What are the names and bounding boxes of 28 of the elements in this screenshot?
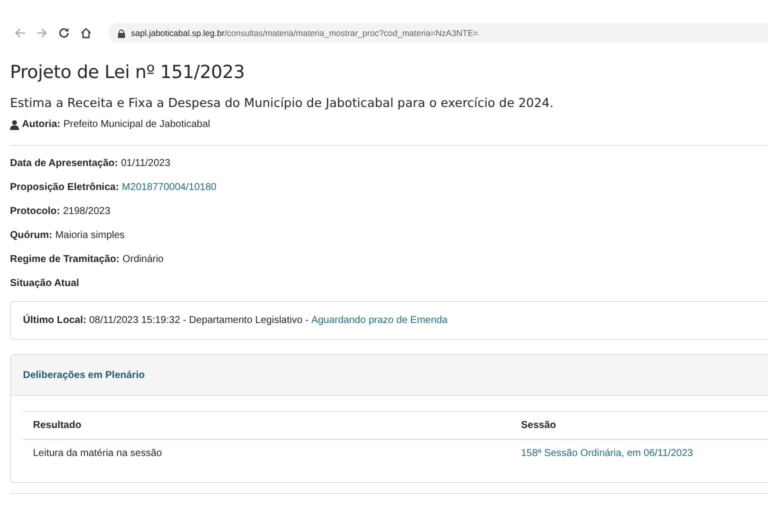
field-label: Protocolo: xyxy=(10,206,60,218)
author-label: Autoria: xyxy=(22,119,60,130)
home-icon[interactable] xyxy=(80,27,92,39)
user-icon xyxy=(10,120,19,130)
field-label: Último Local: xyxy=(23,315,86,326)
lock-icon xyxy=(118,28,125,38)
field-label: Proposição Eletrônica: xyxy=(10,182,119,194)
field-value: Maioria simples xyxy=(55,230,125,242)
column-header: Sessão xyxy=(521,420,556,432)
status-link[interactable]: Aguardando prazo de Emenda xyxy=(311,315,448,326)
session-link[interactable]: 158ª Sessão Ordinária, em 06/11/2023 xyxy=(521,448,693,459)
field-label: Regime de Tramitação: xyxy=(10,254,120,266)
address-bar[interactable]: sapl.jaboticabal.sp.leg.br/consultas/materia/materia_mostrar_proc?cod_materia=NzA3NTE= xyxy=(108,23,768,43)
field-value: 01/11/2023 xyxy=(121,158,170,170)
field-label: Data de Apresentação: xyxy=(10,158,118,170)
field-label: Situação Atual xyxy=(10,278,80,290)
table-cell-text: Leitura da matéria na sessão xyxy=(33,448,163,459)
summary-text: Estima a Receita e Fixa a Despesa do Município de Jaboticabal para o exercício de 2024. xyxy=(10,96,555,110)
author-name: Prefeito Municipal de Jaboticabal xyxy=(63,119,210,130)
column-header: Resultado xyxy=(33,420,82,432)
field-value: 2198/2023 xyxy=(63,206,110,218)
card-title: Deliberações em Plenário xyxy=(23,370,145,381)
reload-icon[interactable] xyxy=(58,27,70,39)
field-value: Ordinário xyxy=(122,254,164,266)
page-title: Projeto de Lei nº 151/2023 xyxy=(10,62,246,83)
field-label: Quórum: xyxy=(10,230,52,242)
link[interactable]: M2018770004/10180 xyxy=(122,182,216,194)
field-value: 08/11/2023 15:19:32 - Departamento Legislativo - xyxy=(89,315,309,326)
